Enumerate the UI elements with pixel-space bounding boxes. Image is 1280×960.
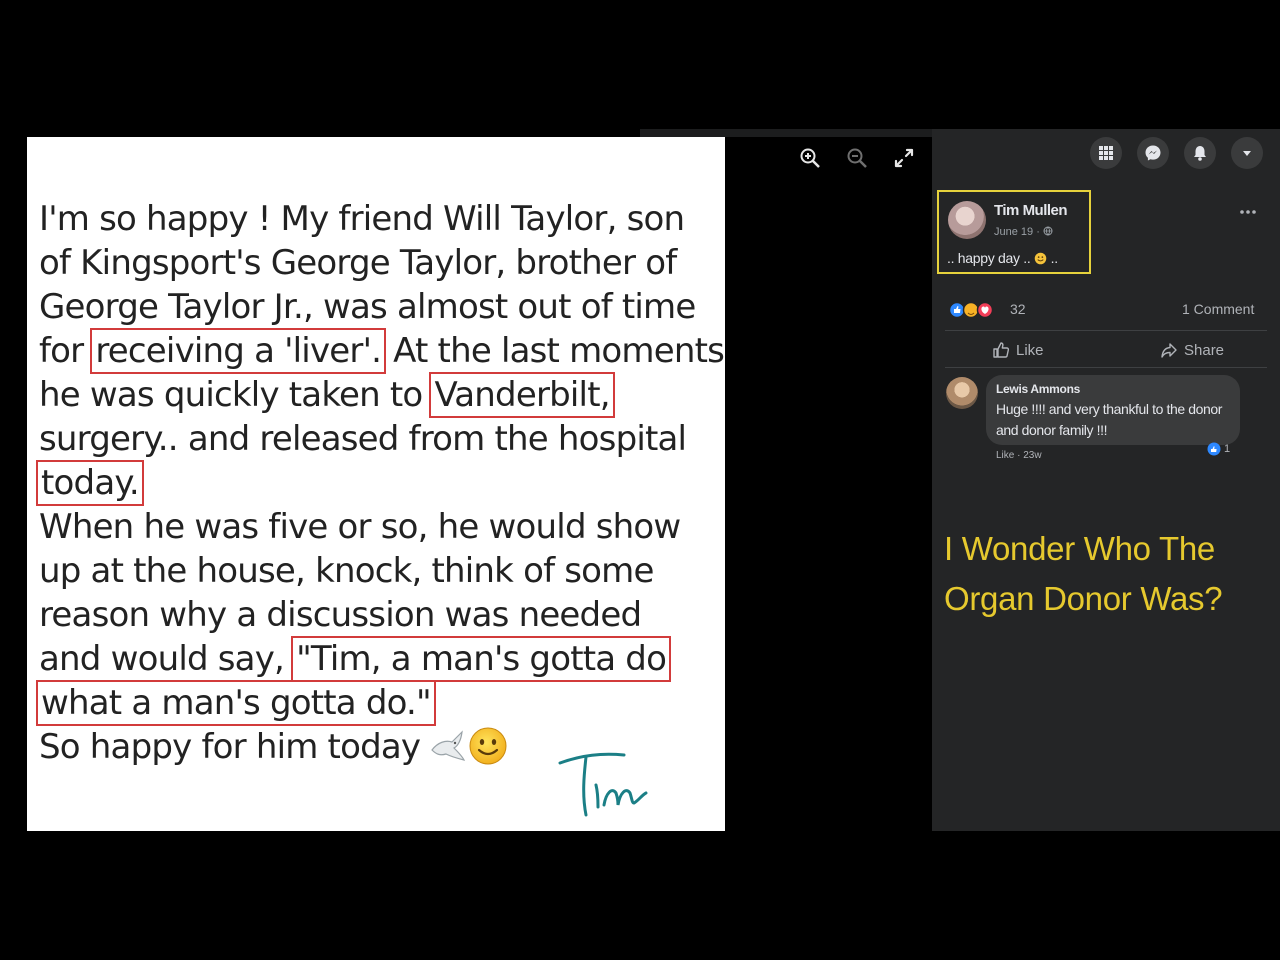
notifications-button[interactable] bbox=[1184, 137, 1216, 169]
comment-like-number: 1 bbox=[1224, 443, 1231, 455]
note-line: he was quickly taken to Vanderbilt, bbox=[39, 372, 719, 418]
comment-meta[interactable]: Like · 23w bbox=[996, 450, 1042, 461]
smiling-face-icon bbox=[1034, 252, 1047, 265]
highlight-quote-end: what a man's gotta do." bbox=[36, 680, 436, 726]
comment-like-count[interactable]: 1 bbox=[1207, 442, 1230, 456]
expand-icon[interactable] bbox=[892, 146, 916, 170]
account-menu-button[interactable] bbox=[1231, 137, 1263, 169]
zoom-out-icon[interactable] bbox=[845, 146, 869, 170]
overlay-caption: I Wonder Who The Organ Donor Was? bbox=[944, 524, 1274, 624]
post-text: .. happy day .. .. bbox=[947, 250, 1058, 266]
post-date[interactable]: June 19 · bbox=[994, 226, 1053, 238]
reaction-count[interactable]: 32 bbox=[1010, 301, 1026, 317]
share-label: Share bbox=[1184, 341, 1225, 359]
post-date-text: June 19 · bbox=[994, 226, 1043, 238]
highlight-today: today. bbox=[36, 460, 144, 506]
reaction-icons[interactable] bbox=[949, 301, 1005, 319]
globe-icon bbox=[1043, 226, 1053, 236]
note-line: George Taylor Jr., was almost out of tim… bbox=[39, 287, 696, 327]
zoom-in-icon[interactable] bbox=[798, 146, 822, 170]
handwritten-note-text: I'm so happy ! My friend Will Taylor, so… bbox=[36, 197, 725, 769]
messenger-icon bbox=[1145, 145, 1161, 161]
note-line: and would say, "Tim, a man's gotta do bbox=[39, 636, 719, 682]
post-text-end: .. bbox=[1047, 250, 1058, 266]
notifications-icon bbox=[1194, 146, 1206, 161]
thumbs-up-icon bbox=[993, 342, 1010, 358]
share-button[interactable]: Share bbox=[1160, 341, 1224, 359]
like-button[interactable]: Like bbox=[992, 341, 1044, 359]
photo-viewer: I'm so happy ! My friend Will Taylor, so… bbox=[0, 0, 1280, 960]
more-options-icon[interactable] bbox=[1238, 206, 1258, 218]
post-author[interactable]: Tim Mullen bbox=[994, 202, 1068, 219]
comment-bubble: Lewis Ammons Huge !!!! and very thankful… bbox=[986, 375, 1240, 445]
comment-count[interactable]: 1 Comment bbox=[1182, 301, 1254, 317]
note-line: today. bbox=[36, 460, 719, 506]
post-text-start: .. happy day .. bbox=[947, 250, 1035, 266]
note-line: reason why a discussion was needed bbox=[39, 595, 642, 635]
post-header-highlight: Tim Mullen June 19 · .. happy day .. .. bbox=[937, 190, 1091, 274]
note-fragment: and would say, bbox=[39, 639, 295, 679]
messenger-button[interactable] bbox=[1137, 137, 1169, 169]
note-line: what a man's gotta do." bbox=[36, 680, 719, 726]
post-photo[interactable]: I'm so happy ! My friend Will Taylor, so… bbox=[27, 137, 725, 831]
comment-text: Huge !!!! and very thankful to the donor… bbox=[996, 401, 1223, 438]
like-label: Like bbox=[1016, 341, 1044, 359]
note-line: surgery.. and released from the hospital bbox=[39, 419, 687, 459]
avatar[interactable] bbox=[948, 201, 986, 239]
note-fragment: for bbox=[39, 331, 94, 371]
note-line: of Kingsport's George Taylor, brother of bbox=[39, 243, 677, 283]
highlight-liver: receiving a 'liver'. bbox=[90, 328, 387, 374]
menu-grid-button[interactable] bbox=[1090, 137, 1122, 169]
top-bar-strip bbox=[640, 129, 932, 137]
note-line: up at the house, knock, think of some bbox=[39, 551, 654, 591]
note-line: When he was five or so, he would show bbox=[39, 507, 681, 547]
note-line: for receiving a 'liver'. At the last mom… bbox=[39, 328, 725, 374]
menu-grid-icon bbox=[1099, 146, 1113, 160]
dove-icon bbox=[431, 730, 466, 761]
divider bbox=[945, 330, 1267, 331]
caption-line: I Wonder Who The bbox=[944, 530, 1215, 567]
highlight-vanderbilt: Vanderbilt, bbox=[429, 372, 615, 418]
note-line: I'm so happy ! My friend Will Taylor, so… bbox=[39, 199, 685, 239]
commenter-avatar[interactable] bbox=[946, 377, 978, 409]
note-fragment: At the last moments bbox=[383, 331, 725, 371]
note-fragment: So happy for him today bbox=[39, 727, 421, 767]
comment-author[interactable]: Lewis Ammons bbox=[996, 382, 1080, 396]
note-fragment: he was quickly taken to bbox=[39, 375, 433, 415]
care-reaction-icon bbox=[962, 301, 980, 319]
highlight-quote-start: "Tim, a man's gotta do bbox=[291, 636, 672, 682]
divider bbox=[945, 367, 1267, 368]
smiling-face-icon bbox=[469, 727, 507, 765]
share-icon bbox=[1161, 343, 1177, 358]
caption-line: Organ Donor Was? bbox=[944, 580, 1223, 617]
account-dropdown-icon bbox=[1243, 151, 1251, 156]
tim-signature bbox=[558, 752, 648, 817]
like-reaction-icon bbox=[1207, 442, 1221, 456]
